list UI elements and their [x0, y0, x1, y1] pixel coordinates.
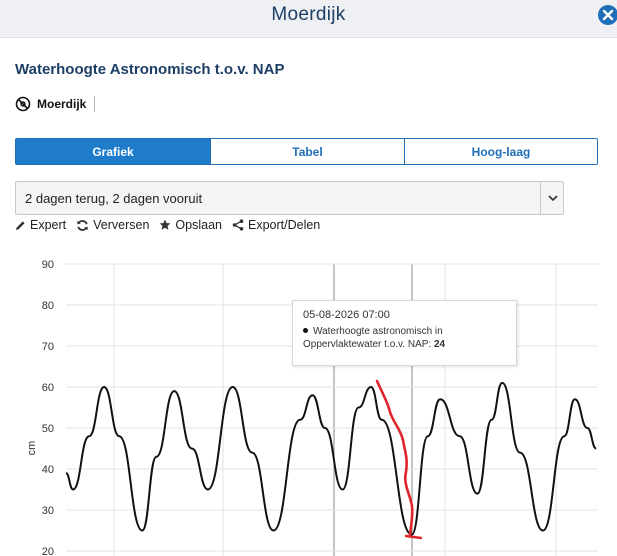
chart-toolbar: Expert Verversen Opslaan Export/Delen [15, 216, 330, 234]
range-select-value: 2 dagen terug, 2 dagen vooruit [25, 191, 203, 206]
y-tick-label: 30 [42, 505, 54, 517]
chevron-down-icon [548, 195, 558, 202]
save-button[interactable]: Opslaan [159, 218, 222, 232]
range-select[interactable]: 2 dagen terug, 2 dagen vooruit [15, 181, 564, 215]
window-titlebar: Moerdijk [0, 0, 617, 38]
tab-tabel[interactable]: Tabel [210, 139, 404, 164]
save-label: Opslaan [175, 218, 222, 232]
export-label: Export/Delen [247, 218, 321, 232]
y-tick-label: 50 [42, 423, 54, 435]
y-tick-label: 90 [42, 259, 54, 271]
refresh-label: Verversen [93, 218, 150, 232]
expert-label: Expert [30, 218, 67, 232]
tooltip-series-text: Waterhoogte astronomisch in Oppervlaktew… [303, 326, 443, 350]
tab-hoog-laag[interactable]: Hoog-laag [404, 139, 597, 164]
window-title: Moerdijk [271, 4, 346, 25]
series-marker-icon [303, 327, 308, 333]
y-tick-label: 20 [42, 546, 54, 556]
location-row: Moerdijk [15, 94, 96, 114]
pencil-icon [16, 220, 25, 230]
tooltip-series-line: Waterhoogte astronomisch in Oppervlaktew… [303, 325, 506, 351]
y-tick-label: 40 [42, 464, 54, 476]
page-heading: Waterhoogte Astronomisch t.o.v. NAP [15, 61, 285, 78]
water-level-chart: 20 30 40 50 60 70 80 90 cm [26, 259, 598, 556]
select-divider [540, 182, 541, 214]
y-axis-label: cm [26, 441, 38, 456]
annotation-base-mark [404, 534, 423, 540]
refresh-button[interactable]: Verversen [76, 218, 149, 232]
tab-grafiek[interactable]: Grafiek [16, 139, 210, 164]
close-icon [602, 9, 614, 21]
tooltip-value: 24 [433, 339, 446, 350]
y-tick-label: 80 [42, 300, 54, 312]
tooltip-date: 05-08-2026 07:00 [303, 309, 390, 321]
refresh-icon [77, 219, 89, 231]
close-button[interactable] [598, 5, 617, 25]
view-tabs: Grafiek Tabel Hoog-laag [15, 138, 598, 165]
location-icon [15, 96, 31, 112]
expert-button[interactable]: Expert [15, 218, 66, 232]
share-icon [232, 219, 244, 231]
location-label: Moerdijk [37, 97, 87, 111]
star-icon [160, 219, 171, 230]
series-line-waterhoogte[interactable] [65, 381, 597, 536]
y-axis-ticks: 20 30 40 50 60 70 80 90 [42, 259, 54, 556]
chart-tooltip: 05-08-2026 07:00 Waterhoogte astronomisc… [292, 300, 517, 366]
y-tick-label: 70 [42, 341, 54, 353]
export-share-button[interactable]: Export/Delen [232, 218, 320, 232]
y-tick-label: 60 [42, 382, 54, 394]
location-separator [94, 96, 96, 112]
